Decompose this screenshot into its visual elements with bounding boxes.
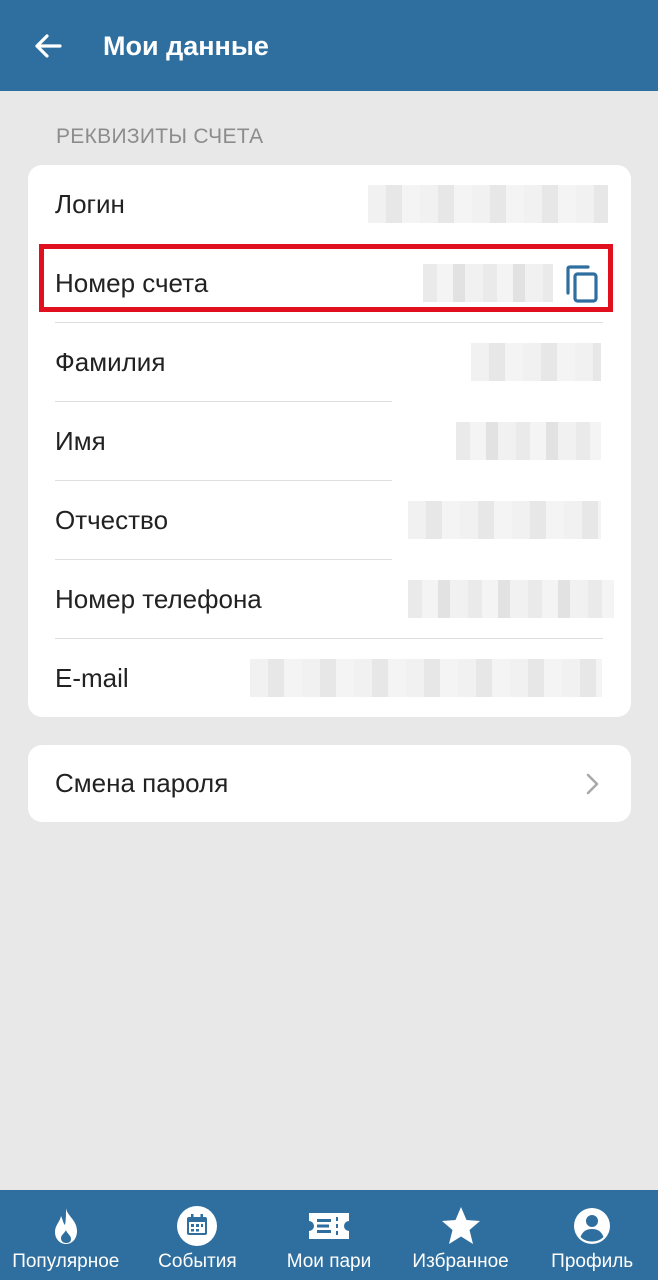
tab-label: События [158,1251,237,1272]
ticket-icon [308,1213,349,1239]
redacted-value [408,580,614,618]
row-label: Номер телефона [55,584,262,614]
row-label: Фамилия [55,347,166,377]
change-password-label: Смена пароля [55,768,229,798]
tab-my-bets[interactable]: Мои пари [263,1190,395,1280]
tab-favorites[interactable]: Избранное [395,1190,527,1280]
redacted-value [408,501,601,539]
redacted-value [423,264,553,302]
row-patronymic: Отчество [28,481,631,560]
row-label: Номер счета [55,268,209,298]
back-button[interactable] [30,28,66,64]
section-label: РЕКВИЗИТЫ СЧЕТА [56,125,264,148]
redacted-value [368,185,608,223]
tab-label: Мои пари [286,1251,372,1272]
row-label: Отчество [55,505,169,535]
account-details-card: Логин Номер счета Фамилия Имя Отчество Н… [28,165,631,717]
tab-label: Избранное [412,1251,509,1272]
page-title: Мои данные [103,31,269,61]
row-first-name: Имя [28,402,631,481]
redacted-value [250,659,602,697]
arrow-left-icon [35,34,62,58]
tab-label: Профиль [551,1251,634,1272]
redacted-value [456,422,601,460]
row-account-number: Номер счета [28,244,631,323]
tab-label: Популярное [12,1251,120,1272]
row-surname: Фамилия [28,323,631,402]
profile-icon [574,1208,611,1244]
app-header: Мои данные [0,0,658,91]
row-label: E-mail [55,663,129,693]
chevron-right-icon [586,773,599,795]
flame-icon [54,1208,77,1244]
tab-popular[interactable]: Популярное [0,1190,132,1280]
redacted-value [471,343,601,381]
row-label: Имя [55,426,106,456]
copy-icon [566,265,598,303]
copy-button[interactable] [560,263,602,305]
bottom-tab-bar: Популярное События Мои пари Избранное Пр… [0,1190,658,1280]
tab-events[interactable]: События [132,1190,264,1280]
row-login: Логин [28,165,631,244]
tab-profile[interactable]: Профиль [526,1190,658,1280]
change-password-button[interactable]: Смена пароля [28,745,631,822]
row-phone: Номер телефона [28,560,631,639]
row-label: Логин [55,189,125,219]
calendar-icon [177,1206,218,1246]
row-email: E-mail [28,639,631,718]
star-icon [441,1207,480,1244]
